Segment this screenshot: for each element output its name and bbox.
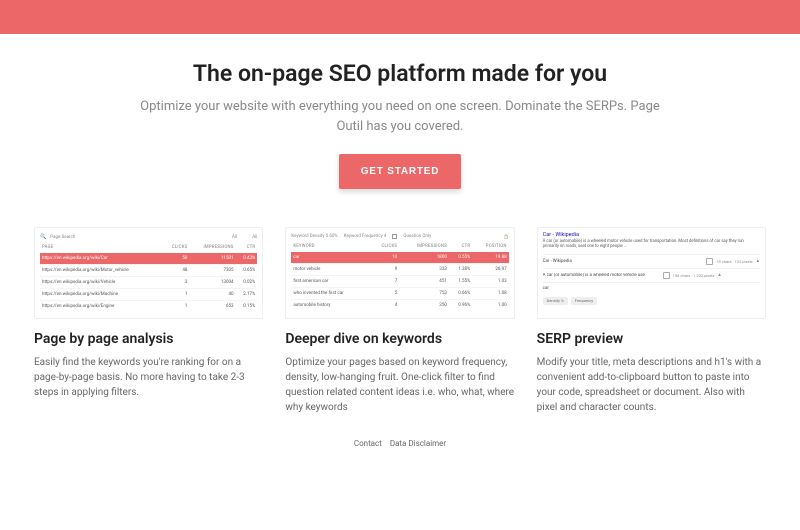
thumb-keywords: Keyword Density 0.60% Keyword Frequency … <box>285 227 514 319</box>
col-pos2: POSITION <box>472 241 508 252</box>
copy-icon <box>663 272 670 279</box>
checkbox-icon <box>392 234 397 239</box>
col-ctr2: CTR <box>449 241 472 252</box>
feature-desc-3: Modify your title, meta descriptions and… <box>537 355 766 415</box>
keyword-table: KEYWORD CLICKS IMPRESSIONS CTR POSITION … <box>291 241 508 311</box>
chip-copy: 📋 <box>504 234 509 239</box>
table-row: motor vehicle93331.38%26.97 <box>291 264 508 276</box>
chip-frequency: Keyword Frequency 4 <box>344 234 387 239</box>
hero-title: The on-page SEO platform made for you <box>70 60 730 87</box>
table-row: first american car74511.55%1.03 <box>291 276 508 288</box>
chip-density: Density % <box>543 297 568 305</box>
table-row: https://en.wikipedia.org/wiki/Vehicle313… <box>40 277 257 289</box>
thumb-page-analysis: 🔍 Page Search All · All PAGE CLICKS IMPR… <box>34 227 263 319</box>
features-section: 🔍 Page Search All · All PAGE CLICKS IMPR… <box>0 215 800 415</box>
chip-frequency: Frequency <box>571 297 597 305</box>
table-row: who invented the first car57530.66%1.08 <box>291 288 508 300</box>
feature-title-3: SERP preview <box>537 331 766 347</box>
feature-desc-2: Optimize your pages based on keyword fre… <box>285 355 514 415</box>
search-placeholder: Page Search <box>50 235 75 240</box>
chip-question: Question Only <box>403 234 431 239</box>
search-icon: 🔍 <box>40 234 46 240</box>
table-row: https://en.wikipedia.org/wiki/Car5011501… <box>40 253 257 265</box>
top-bar <box>0 0 800 34</box>
col-ctr: CTR <box>236 242 258 253</box>
copy-icon <box>706 258 713 265</box>
get-started-button[interactable]: GET STARTED <box>339 154 462 189</box>
serp-line2-label: A car (or automobile) is a wheeled motor… <box>543 273 663 278</box>
table-row: https://en.wikipedia.org/wiki/Motor_vehi… <box>40 265 257 277</box>
thumb-serp: Car - Wikipedia A car (or automobile) is… <box>537 227 766 319</box>
table-row: https://en.wikipedia.org/wiki/Machine140… <box>40 289 257 301</box>
table-row: car1018000.55%19.88 <box>291 252 508 264</box>
serp-title: Car - Wikipedia <box>543 232 760 238</box>
col-clicks: CLICKS <box>163 242 190 253</box>
chip-density: Keyword Density 0.60% <box>291 234 337 239</box>
col-impr2: IMPRESSIONS <box>399 241 449 252</box>
device-filter: All <box>252 235 257 240</box>
footer: Contact Data Disclaimer <box>0 415 800 456</box>
col-kw: KEYWORD <box>291 241 370 252</box>
hero-section: The on-page SEO platform made for you Op… <box>0 34 800 215</box>
feature-title-1: Page by page analysis <box>34 331 263 347</box>
table-row: https://en.wikipedia.org/wiki/Engine1653… <box>40 301 257 313</box>
serp-line2-meta: 158 chars · 1,202 pixels <box>673 273 715 278</box>
footer-contact[interactable]: Contact <box>351 439 385 448</box>
feature-title-2: Deeper dive on keywords <box>285 331 514 347</box>
serp-line1-label: Car - Wikipedia <box>543 259 707 264</box>
warning-icon: ▲ <box>714 272 721 278</box>
page-table: PAGE CLICKS IMPRESSIONS CTR https://en.w… <box>40 242 257 312</box>
warning-icon: ▲ <box>753 258 760 264</box>
serp-desc: A car (or automobile) is a wheeled motor… <box>543 239 760 250</box>
col-impr: IMPRESSIONS <box>189 242 235 253</box>
col-clicks2: CLICKS <box>371 241 400 252</box>
serp-line3-label: car <box>543 286 760 291</box>
feature-keywords: Keyword Density 0.60% Keyword Frequency … <box>285 227 514 415</box>
hero-subtitle: Optimize your website with everything yo… <box>130 97 670 136</box>
country-filter: All <box>232 235 237 240</box>
footer-disclaimer[interactable]: Data Disclaimer <box>387 439 449 448</box>
feature-page-analysis: 🔍 Page Search All · All PAGE CLICKS IMPR… <box>34 227 263 415</box>
serp-line1-meta: 15 chars · 122 pixels <box>716 259 752 264</box>
feature-serp: Car - Wikipedia A car (or automobile) is… <box>537 227 766 415</box>
table-row: automobile history43500.96%1.00 <box>291 300 508 312</box>
col-page: PAGE <box>40 242 163 253</box>
feature-desc-1: Easily find the keywords you're ranking … <box>34 355 263 400</box>
